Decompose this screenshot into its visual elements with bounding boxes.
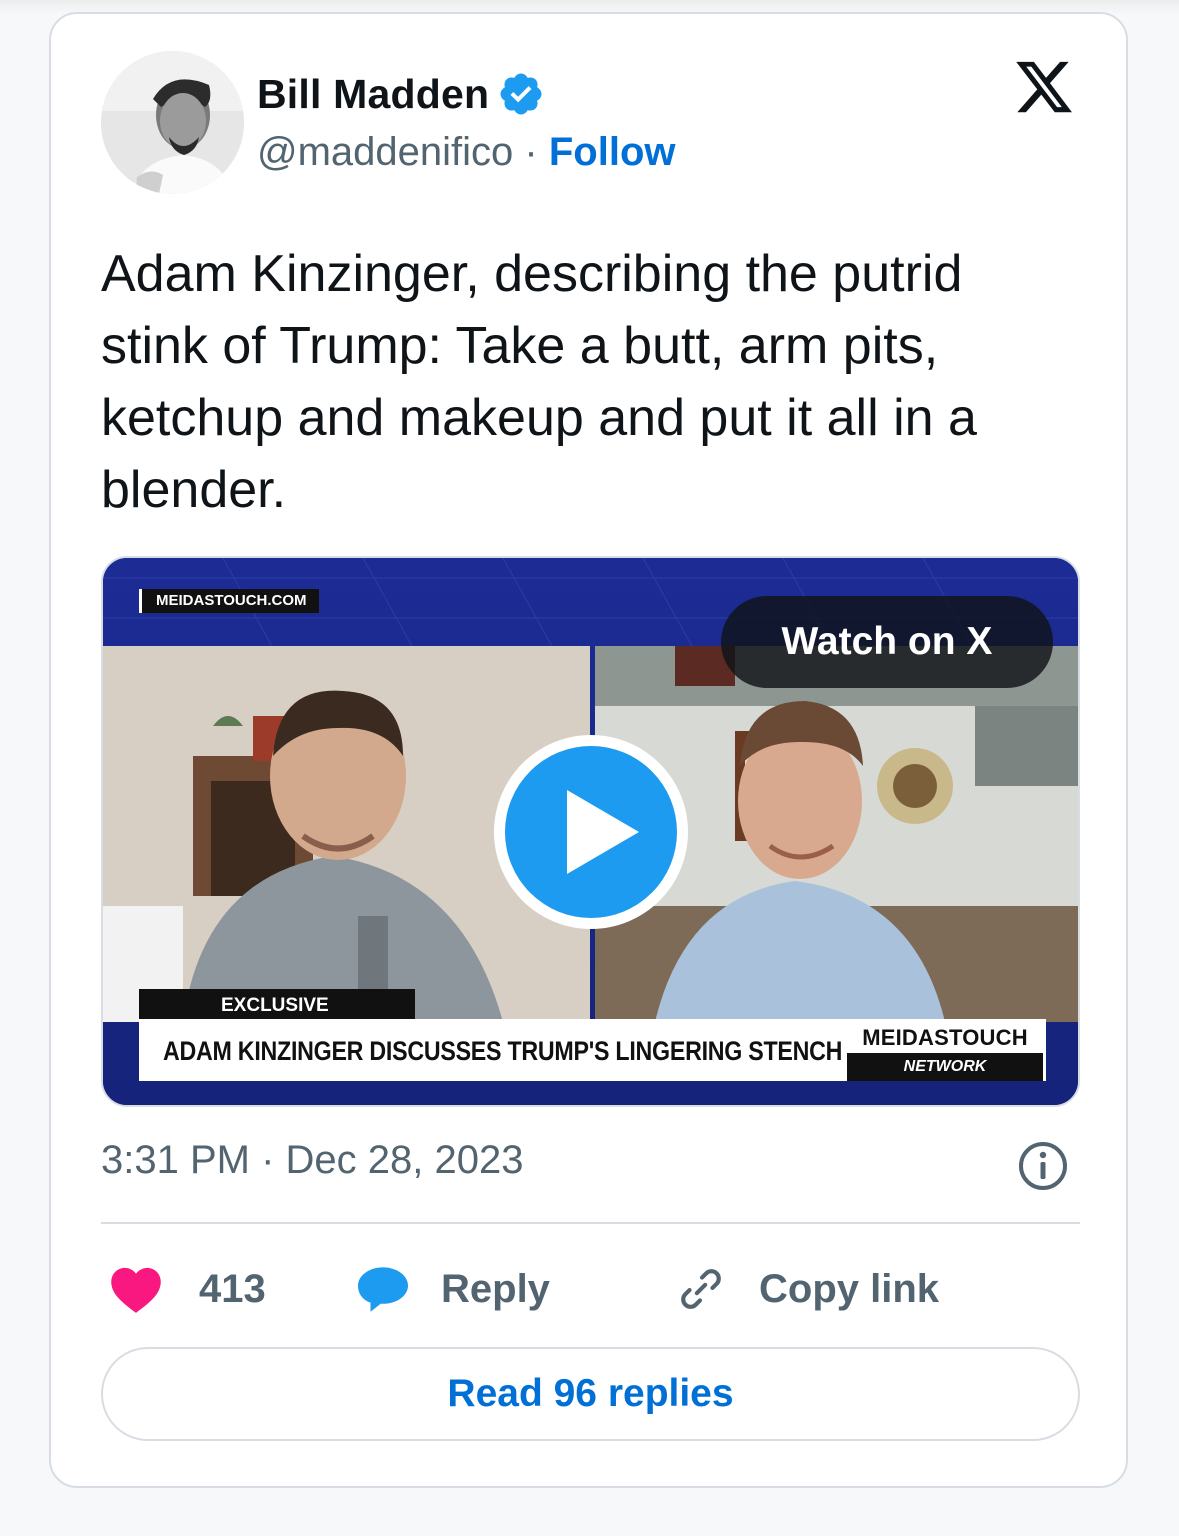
avatar[interactable] (101, 51, 244, 194)
reply-bubble-icon (358, 1267, 408, 1312)
heart-icon (111, 1267, 161, 1313)
author-handle[interactable]: @maddenifico (257, 130, 513, 174)
network-subtitle: NETWORK (847, 1053, 1043, 1081)
exclusive-label: EXCLUSIVE (139, 989, 415, 1023)
reply-label: Reply (441, 1266, 550, 1311)
network-logo: MEIDASTOUCH NETWORK (847, 1019, 1043, 1081)
play-icon[interactable] (491, 732, 691, 932)
tweet-card: Bill Madden @maddenifico · Follow Adam K… (49, 12, 1128, 1488)
info-icon[interactable] (1017, 1140, 1069, 1192)
tweet-text: Adam Kinzinger, describing the putrid st… (101, 245, 977, 519)
follow-button[interactable]: Follow (549, 130, 676, 174)
handle-separator: · (524, 130, 538, 174)
brand-tag: MEIDASTOUCH.COM (139, 589, 319, 613)
link-icon (681, 1269, 721, 1309)
watch-on-x-button[interactable]: Watch on X (721, 596, 1053, 688)
like-button[interactable]: 413 (109, 1264, 266, 1314)
read-replies-button[interactable]: Read 96 replies (101, 1347, 1080, 1441)
author-name[interactable]: Bill Madden (257, 71, 489, 118)
video-headline: ADAM KINZINGER DISCUSSES TRUMP'S LINGERI… (163, 1036, 843, 1066)
video-player[interactable]: MEIDASTOUCH.COM Watch on X EXCLUSIVE ADA… (101, 556, 1080, 1107)
network-name: MEIDASTOUCH (847, 1019, 1043, 1053)
copy-link-label: Copy link (759, 1266, 940, 1311)
like-count: 413 (199, 1266, 266, 1311)
verified-badge-icon (500, 73, 542, 115)
x-logo-icon[interactable] (1011, 56, 1077, 118)
tweet-timestamp[interactable]: 3:31 PM · Dec 28, 2023 (101, 1138, 523, 1183)
reply-button[interactable]: Reply (355, 1264, 550, 1314)
avatar-photo (101, 51, 244, 194)
divider (101, 1222, 1080, 1224)
copy-link-button[interactable]: Copy link (673, 1264, 939, 1314)
action-bar: 413 Reply Copy link (101, 1264, 1080, 1314)
